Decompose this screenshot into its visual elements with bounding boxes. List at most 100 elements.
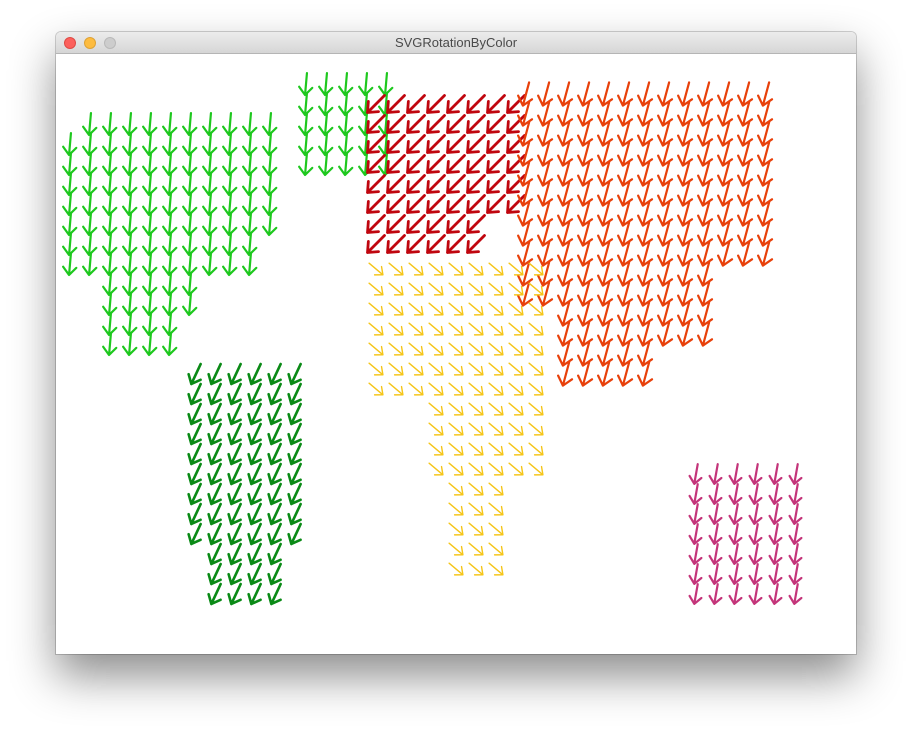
arrow-mark [182, 111, 198, 137]
arrow-mark [728, 483, 743, 505]
arrow-mark [708, 503, 723, 525]
arrow-mark [207, 482, 222, 506]
arrow-mark [466, 154, 486, 174]
arrow-mark [528, 322, 544, 336]
arrow-mark [82, 191, 98, 217]
arrow-mark [406, 194, 426, 214]
arrow-mark [227, 562, 242, 586]
arrow-mark [122, 151, 138, 177]
arrow-mark [267, 502, 282, 526]
arrow-mark [368, 262, 384, 276]
arrow-mark [187, 442, 202, 466]
arrow-mark [222, 231, 238, 257]
arrow-mark [82, 251, 98, 277]
arrow-mark [488, 362, 504, 376]
arrow-mark [408, 322, 424, 336]
arrow-mark [468, 342, 484, 356]
arrow-mark [468, 262, 484, 276]
arrow-mark [708, 583, 723, 605]
arrow-mark [187, 482, 202, 506]
arrow-mark [102, 211, 118, 237]
arrow-mark [466, 214, 486, 234]
arrow-mark [207, 442, 222, 466]
arrow-mark [227, 502, 242, 526]
arrow-mark [708, 543, 723, 565]
arrow-mark [62, 191, 78, 217]
arrow-mark [528, 362, 544, 376]
arrow-mark [227, 462, 242, 486]
arrow-mark [468, 402, 484, 416]
arrow-mark [142, 251, 158, 277]
arrow-mark [406, 234, 426, 254]
arrow-mark [488, 382, 504, 396]
arrow-mark [468, 522, 484, 536]
arrow-mark [428, 322, 444, 336]
arrow-mark [262, 111, 278, 137]
arrow-mark [528, 442, 544, 456]
arrow-mark [788, 563, 803, 585]
title-bar[interactable]: SVGRotationByColor [56, 32, 856, 54]
arrow-mark [617, 81, 634, 107]
arrow-mark [388, 342, 404, 356]
arrow-mark [366, 234, 386, 254]
arrow-mark [162, 151, 178, 177]
arrow-mark [187, 462, 202, 486]
arrow-mark [448, 522, 464, 536]
arrow-mark [267, 582, 282, 606]
arrow-mark [202, 211, 218, 237]
arrow-mark [262, 131, 278, 157]
arrow-mark [227, 362, 242, 386]
arrow-mark [242, 251, 258, 277]
arrow-mark [408, 282, 424, 296]
arrow-mark [242, 211, 258, 237]
arrow-mark [708, 463, 723, 485]
arrow-mark [82, 111, 98, 137]
arrow-mark [388, 302, 404, 316]
arrow-mark [688, 583, 703, 605]
arrow-mark [287, 382, 302, 406]
arrow-mark [737, 81, 754, 107]
arrow-mark [142, 331, 158, 357]
arrow-mark [528, 382, 544, 396]
arrow-mark [788, 503, 803, 525]
arrow-mark [122, 271, 138, 297]
arrow-mark [262, 191, 278, 217]
arrow-mark [426, 214, 446, 234]
arrow-mark [446, 94, 466, 114]
arrow-mark [428, 362, 444, 376]
arrow-mark [528, 462, 544, 476]
arrow-mark [207, 402, 222, 426]
arrow-mark [247, 582, 262, 606]
arrow-mark [386, 214, 406, 234]
arrow-mark [187, 522, 202, 546]
arrow-mark [247, 502, 262, 526]
arrow-mark [267, 542, 282, 566]
arrow-mark [748, 503, 763, 525]
arrow-mark [247, 542, 262, 566]
arrow-mark [428, 382, 444, 396]
arrow-mark [102, 131, 118, 157]
arrow-mark [368, 322, 384, 336]
arrow-mark [426, 154, 446, 174]
arrow-mark [338, 151, 354, 177]
arrow-mark [408, 302, 424, 316]
arrow-mark [102, 311, 118, 337]
arrow-mark [202, 131, 218, 157]
arrow-mark [577, 81, 594, 107]
arrow-mark [488, 462, 504, 476]
arrow-mark [202, 231, 218, 257]
arrow-mark [408, 342, 424, 356]
arrow-mark [202, 191, 218, 217]
window-title: SVGRotationByColor [394, 35, 518, 50]
arrow-mark [428, 262, 444, 276]
arrow-mark [508, 442, 524, 456]
arrow-mark [318, 151, 334, 177]
arrow-mark [488, 542, 504, 556]
arrow-mark [267, 362, 282, 386]
arrow-mark [142, 111, 158, 137]
arrow-mark [202, 171, 218, 197]
arrow-mark [287, 462, 302, 486]
arrow-mark [298, 111, 314, 137]
arrow-mark [448, 502, 464, 516]
arrow-mark [597, 81, 614, 107]
